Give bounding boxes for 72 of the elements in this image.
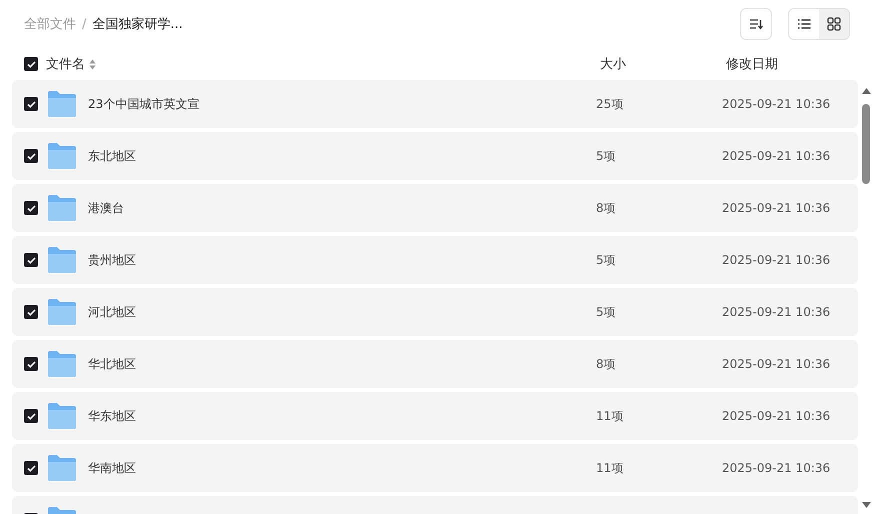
file-row[interactable]: 华北地区 8项 2025-09-21 10:36 — [12, 340, 858, 388]
scroll-up-icon[interactable] — [862, 88, 870, 94]
row-checkbox[interactable] — [24, 305, 38, 319]
check-icon — [26, 100, 36, 108]
folder-icon — [47, 402, 77, 430]
scroll-thumb[interactable] — [862, 104, 870, 184]
modified-date: 2025-09-21 10:36 — [722, 409, 832, 423]
file-name: 港澳台 — [88, 200, 125, 216]
check-icon — [26, 308, 36, 316]
breadcrumb-item[interactable]: 全国独家研学... — [92, 15, 183, 33]
check-icon — [26, 60, 36, 68]
select-all-checkbox[interactable] — [24, 57, 38, 71]
file-name: 贵州地区 — [88, 252, 137, 268]
row-checkbox[interactable] — [24, 253, 38, 267]
list-view-button[interactable] — [789, 9, 819, 39]
modified-date: 2025-09-21 10:36 — [722, 253, 832, 267]
column-header[interactable]: 大小 — [600, 55, 726, 73]
file-row[interactable]: 华东地区 11项 2025-09-21 10:36 — [12, 392, 858, 440]
folder-icon — [47, 298, 77, 326]
file-size: 8项 — [596, 356, 617, 372]
row-checkbox[interactable] — [24, 149, 38, 163]
check-icon — [26, 152, 36, 160]
modified-date: 2025-09-21 10:36 — [722, 201, 832, 215]
file-name: 东北地区 — [88, 148, 137, 164]
modified-date: 2025-09-21 10:36 — [722, 149, 832, 163]
folder-icon — [47, 454, 77, 482]
file-row[interactable]: 华南地区 11项 2025-09-21 10:36 — [12, 444, 858, 492]
folder-icon — [47, 90, 77, 118]
sort-icon — [89, 58, 96, 70]
file-row[interactable]: 东北地区 5项 2025-09-21 10:36 — [12, 132, 858, 180]
row-checkbox[interactable] — [24, 357, 38, 371]
file-size: 11项 — [596, 408, 624, 424]
file-name: 华东地区 — [88, 408, 137, 424]
row-checkbox[interactable] — [24, 409, 38, 423]
check-icon — [26, 360, 36, 368]
file-size: 11项 — [596, 460, 624, 476]
row-checkbox[interactable] — [24, 461, 38, 475]
sort-button[interactable] — [740, 8, 772, 40]
file-size: 5项 — [596, 252, 617, 268]
folder-icon — [47, 194, 77, 222]
row-checkbox[interactable] — [24, 97, 38, 111]
scroll-down-icon[interactable] — [862, 502, 870, 508]
folder-icon — [47, 350, 77, 378]
folder-icon — [47, 246, 77, 274]
file-row[interactable]: 贵州地区 5项 2025-09-21 10:36 — [12, 236, 858, 284]
file-row[interactable]: 河北地区 5项 2025-09-21 10:36 — [12, 288, 858, 336]
file-name: 23个中国城市英文宣 — [88, 96, 200, 112]
grid-icon — [827, 17, 841, 31]
modified-date: 2025-09-21 10:36 — [722, 461, 832, 475]
modified-date: 2025-09-21 10:36 — [722, 357, 832, 371]
list-icon — [797, 18, 811, 30]
file-name: 华北地区 — [88, 356, 137, 372]
folder-icon — [47, 142, 77, 170]
modified-date: 2025-09-21 10:36 — [722, 97, 832, 111]
file-name: 华南地区 — [88, 460, 137, 476]
file-name: 河北地区 — [88, 304, 137, 320]
row-checkbox[interactable] — [24, 201, 38, 215]
file-size: 5项 — [596, 148, 617, 164]
column-header[interactable]: 修改日期 — [726, 55, 850, 73]
modified-date: 2025-09-21 10:36 — [722, 305, 832, 319]
check-icon — [26, 412, 36, 420]
check-icon — [26, 204, 36, 212]
check-icon — [26, 256, 36, 264]
file-size: 25项 — [596, 96, 624, 112]
column-header[interactable]: 文件名 — [46, 55, 85, 73]
file-size: 8项 — [596, 200, 617, 216]
file-row[interactable]: 港澳台 8项 2025-09-21 10:36 — [12, 184, 858, 232]
check-icon — [26, 464, 36, 472]
breadcrumb-separator: / — [82, 16, 86, 32]
file-size: 5项 — [596, 304, 617, 320]
sort-icon — [749, 18, 763, 30]
file-row[interactable]: 23个中国城市英文宣 25项 2025-09-21 10:36 — [12, 80, 858, 128]
